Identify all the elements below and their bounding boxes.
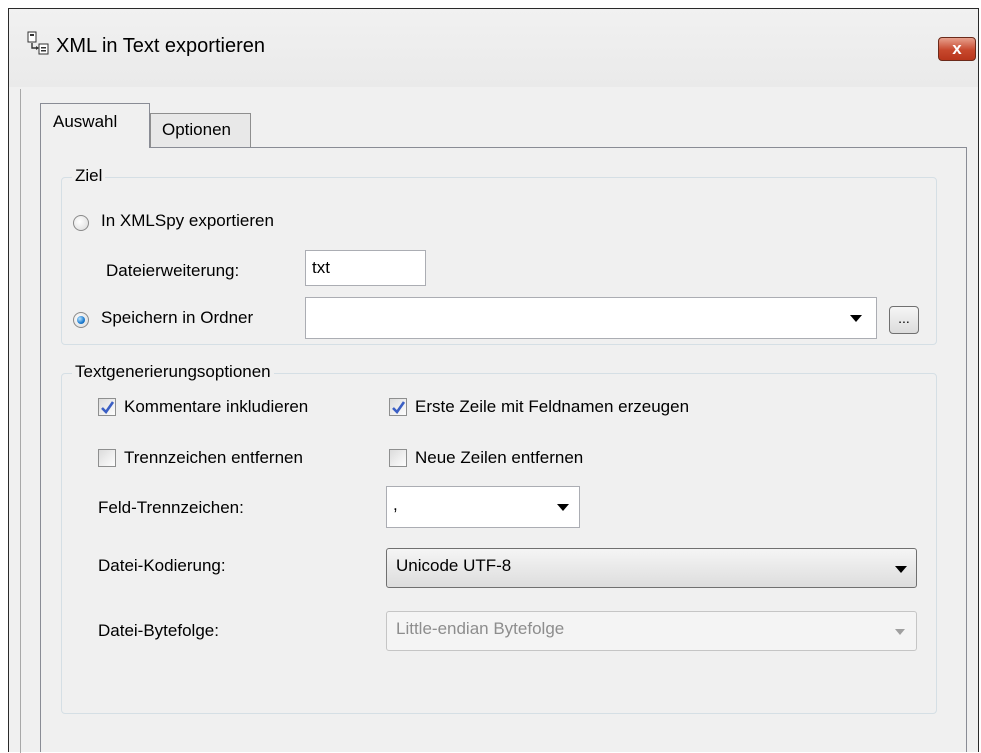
chevron-down-icon[interactable] [557,504,569,511]
checkbox-first-row-fieldnames-label[interactable]: Erste Zeile mit Feldnamen erzeugen [415,397,689,417]
file-encoding-value: Unicode UTF-8 [396,556,512,575]
checkmark-icon [101,401,115,415]
checkbox-remove-delimiters-label[interactable]: Trennzeichen entfernen [124,448,303,468]
file-extension-label: Dateierweiterung: [106,261,240,280]
chevron-down-icon [895,566,907,573]
file-extension-input[interactable]: txt [305,250,426,286]
checkbox-remove-delimiters[interactable] [98,449,116,467]
byte-order-label: Datei-Bytefolge: [98,621,219,640]
close-button[interactable]: x [938,37,976,61]
tab-auswahl-label: Auswahl [53,112,118,131]
window-title: XML in Text exportieren [56,35,265,57]
byte-order-select[interactable]: Little-endian Bytefolge [386,611,917,651]
tab-optionen-label: Optionen [162,120,231,139]
radio-selected-dot [77,316,85,324]
chevron-down-icon [895,629,905,635]
checkbox-include-comments[interactable] [98,398,116,416]
title-bar[interactable]: XML in Text exportieren x [9,9,978,87]
tab-auswahl[interactable]: Auswahl [40,103,150,148]
field-separator-label: Feld-Trennzeichen: [98,498,244,517]
radio-save-folder-label[interactable]: Speichern in Ordner [101,308,253,328]
file-encoding-select[interactable]: Unicode UTF-8 [386,548,917,588]
checkmark-icon [392,401,406,415]
checkbox-remove-newlines[interactable] [389,449,407,467]
ellipsis-icon: ... [898,310,910,326]
field-separator-combobox[interactable]: , [386,486,580,528]
checkbox-remove-newlines-label[interactable]: Neue Zeilen entfernen [415,448,583,468]
radio-save-folder[interactable] [73,312,89,328]
checkbox-include-comments-label[interactable]: Kommentare inkludieren [124,397,308,417]
checkbox-first-row-fieldnames[interactable] [389,398,407,416]
byte-order-value: Little-endian Bytefolge [396,619,565,638]
file-encoding-label: Datei-Kodierung: [98,556,226,575]
tab-optionen[interactable]: Optionen [150,113,251,148]
file-extension-value: txt [312,258,330,277]
field-separator-value: , [393,495,398,514]
radio-xmlspy-export[interactable] [73,215,89,231]
radio-xmlspy-label[interactable]: In XMLSpy exportieren [101,211,274,231]
text-generation-group [61,373,937,714]
text-generation-group-label: Textgenerierungsoptionen [72,362,274,382]
close-icon: x [952,39,962,58]
xml-to-text-icon [27,31,49,55]
folder-path-combobox[interactable] [305,297,877,339]
chevron-down-icon[interactable] [850,315,862,322]
browse-folder-button[interactable]: ... [889,306,919,334]
ziel-group-label: Ziel [72,166,106,186]
